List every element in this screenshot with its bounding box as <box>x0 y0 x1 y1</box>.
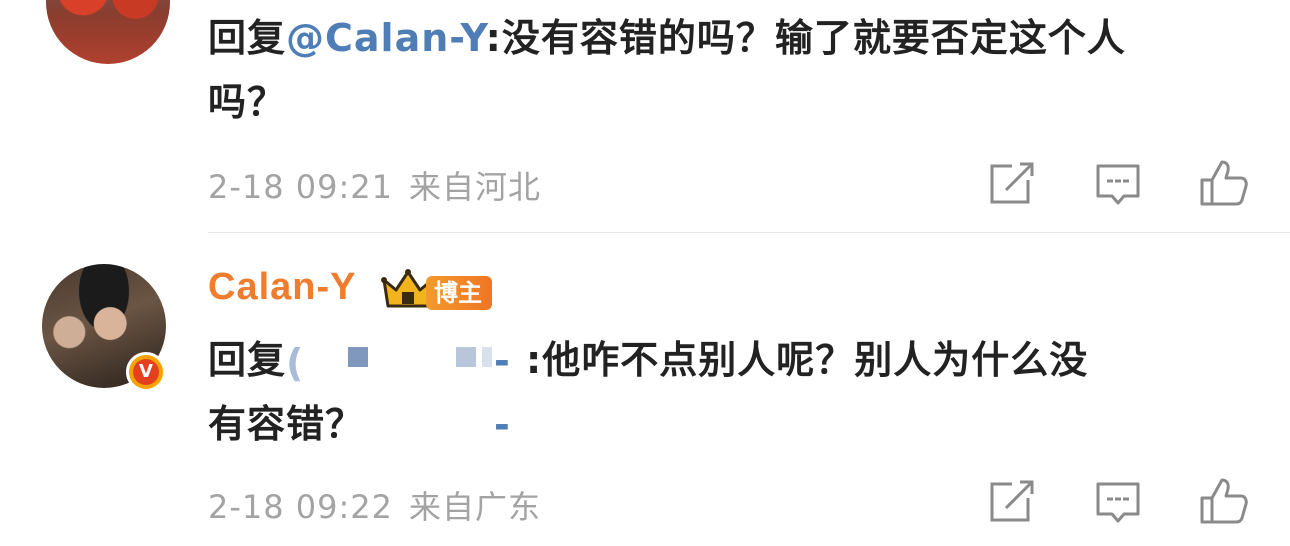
mention-link[interactable]: @Calan-Y <box>286 16 486 60</box>
comment-divider <box>208 232 1290 233</box>
share-icon[interactable] <box>986 156 1042 212</box>
comment-text-line1: :他咋不点别人呢？别人为什么没 <box>526 338 1089 382</box>
comment-text-line2: 吗？ <box>208 80 287 124</box>
comment-date: 2-18 09:22 <box>208 488 394 526</box>
comment-location: 来自广东 <box>409 488 542 526</box>
comment-actions <box>986 156 1256 212</box>
like-icon[interactable] <box>1196 474 1252 530</box>
like-icon[interactable] <box>1196 156 1252 212</box>
mention-link[interactable]: (-- <box>286 339 524 447</box>
comment-text: 回复@Calan-Y:没有容错的吗？输了就要否定这个人 吗？ <box>208 6 1248 134</box>
username[interactable]: Calan-Y <box>208 266 356 309</box>
reply-prefix: 回复 <box>208 16 287 60</box>
comment-actions <box>986 474 1256 530</box>
avatar[interactable] <box>46 0 170 64</box>
verified-badge-icon: V <box>126 352 166 392</box>
comment-meta: 2-18 09:21 来自河北 <box>208 162 541 208</box>
share-icon[interactable] <box>986 474 1042 530</box>
comment-text: 回复(--:他咋不点别人呢？别人为什么没 有容错？ <box>208 328 1248 456</box>
comment-text-line2: 有容错？ <box>208 402 365 446</box>
comment-location: 来自河北 <box>409 168 542 206</box>
comment-text-line1: :没有容错的吗？输了就要否定这个人 <box>485 16 1126 60</box>
blogger-badge: 博主 <box>426 276 492 310</box>
comment-date: 2-18 09:21 <box>208 168 394 206</box>
comment-meta: 2-18 09:22 来自广东 <box>208 482 541 528</box>
comment-icon[interactable] <box>1090 474 1146 530</box>
comment-icon[interactable] <box>1090 156 1146 212</box>
reply-prefix: 回复 <box>208 338 287 382</box>
